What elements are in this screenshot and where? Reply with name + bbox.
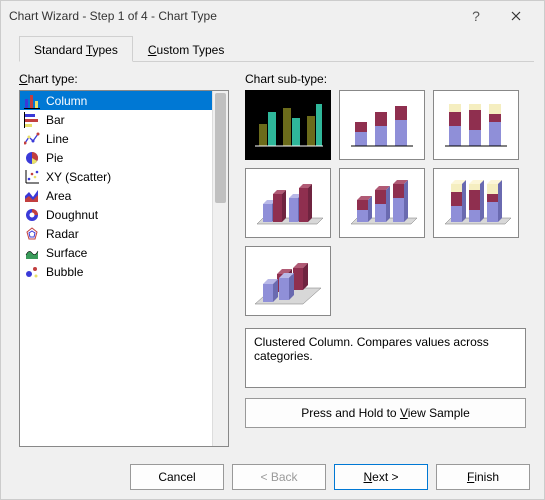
scatter-icon bbox=[24, 169, 40, 185]
subtype-grid bbox=[245, 90, 526, 316]
back-button: < Back bbox=[232, 464, 326, 490]
subtype-thumb-icon bbox=[347, 176, 417, 230]
subtype-description: Clustered Column. Compares values across… bbox=[245, 328, 526, 388]
view-sample-button[interactable]: Press and Hold to View Sample bbox=[245, 398, 526, 428]
surface-icon bbox=[24, 245, 40, 261]
close-icon bbox=[511, 11, 521, 21]
subtype-stacked-column-3d[interactable] bbox=[339, 168, 425, 238]
chart-type-label: Chart type: bbox=[19, 72, 229, 86]
subtype-stacked-column[interactable] bbox=[339, 90, 425, 160]
list-item-pie[interactable]: Pie bbox=[20, 148, 212, 167]
cancel-button[interactable]: Cancel bbox=[130, 464, 224, 490]
subtype-100-stacked-column-3d[interactable] bbox=[433, 168, 519, 238]
list-item-label: Bubble bbox=[46, 265, 83, 279]
list-item-label: XY (Scatter) bbox=[46, 170, 111, 184]
list-item-label: Area bbox=[46, 189, 71, 203]
chart-type-panel: Chart type: Column Bar Line bbox=[19, 72, 229, 447]
dialog-body: Chart type: Column Bar Line bbox=[1, 62, 544, 455]
list-item-doughnut[interactable]: Doughnut bbox=[20, 205, 212, 224]
list-item-label: Doughnut bbox=[46, 208, 98, 222]
subtype-thumb-icon bbox=[253, 176, 323, 230]
line-icon bbox=[24, 131, 40, 147]
doughnut-icon bbox=[24, 207, 40, 223]
list-item-label: Column bbox=[46, 94, 87, 108]
list-item-label: Radar bbox=[46, 227, 79, 241]
subtype-column-3d[interactable] bbox=[245, 246, 331, 316]
subtype-clustered-column[interactable] bbox=[245, 90, 331, 160]
tab-bar: Standard Types Custom Types bbox=[19, 35, 534, 62]
subtype-100-stacked-column[interactable] bbox=[433, 90, 519, 160]
chart-wizard-dialog: Chart Wizard - Step 1 of 4 - Chart Type … bbox=[0, 0, 545, 500]
tab-standard-types[interactable]: Standard Types bbox=[19, 36, 133, 62]
radar-icon bbox=[24, 226, 40, 242]
titlebar: Chart Wizard - Step 1 of 4 - Chart Type … bbox=[1, 1, 544, 31]
list-item-bar[interactable]: Bar bbox=[20, 110, 212, 129]
list-item-label: Pie bbox=[46, 151, 63, 165]
list-item-column[interactable]: Column bbox=[20, 91, 212, 110]
list-item-xy-scatter[interactable]: XY (Scatter) bbox=[20, 167, 212, 186]
list-item-line[interactable]: Line bbox=[20, 129, 212, 148]
subtype-clustered-column-3d[interactable] bbox=[245, 168, 331, 238]
bar-icon bbox=[24, 112, 40, 128]
list-item-area[interactable]: Area bbox=[20, 186, 212, 205]
window-title: Chart Wizard - Step 1 of 4 - Chart Type bbox=[9, 9, 456, 23]
button-bar: Cancel < Back Next > Finish bbox=[1, 455, 544, 499]
listbox-scrollbar[interactable] bbox=[212, 91, 228, 446]
next-button[interactable]: Next > bbox=[334, 464, 428, 490]
subtype-thumb-icon bbox=[253, 254, 323, 308]
chart-type-items: Column Bar Line Pie bbox=[20, 91, 212, 446]
list-item-surface[interactable]: Surface bbox=[20, 243, 212, 262]
list-item-label: Line bbox=[46, 132, 69, 146]
help-button[interactable]: ? bbox=[456, 2, 496, 30]
chart-type-listbox[interactable]: Column Bar Line Pie bbox=[19, 90, 229, 447]
subtype-panel: Chart sub-type: bbox=[245, 72, 526, 447]
area-icon bbox=[24, 188, 40, 204]
subtype-label: Chart sub-type: bbox=[245, 72, 526, 86]
finish-button[interactable]: Finish bbox=[436, 464, 530, 490]
bubble-icon bbox=[24, 264, 40, 280]
subtype-thumb-icon bbox=[253, 98, 323, 152]
scrollbar-thumb[interactable] bbox=[215, 93, 226, 203]
subtype-thumb-icon bbox=[347, 98, 417, 152]
list-item-bubble[interactable]: Bubble bbox=[20, 262, 212, 281]
close-button[interactable] bbox=[496, 2, 536, 30]
subtype-thumb-icon bbox=[441, 98, 511, 152]
subtype-thumb-icon bbox=[441, 176, 511, 230]
list-item-label: Bar bbox=[46, 113, 65, 127]
list-item-label: Surface bbox=[46, 246, 87, 260]
tab-custom-types[interactable]: Custom Types bbox=[133, 36, 239, 62]
column-icon bbox=[24, 93, 40, 109]
pie-icon bbox=[24, 150, 40, 166]
list-item-radar[interactable]: Radar bbox=[20, 224, 212, 243]
